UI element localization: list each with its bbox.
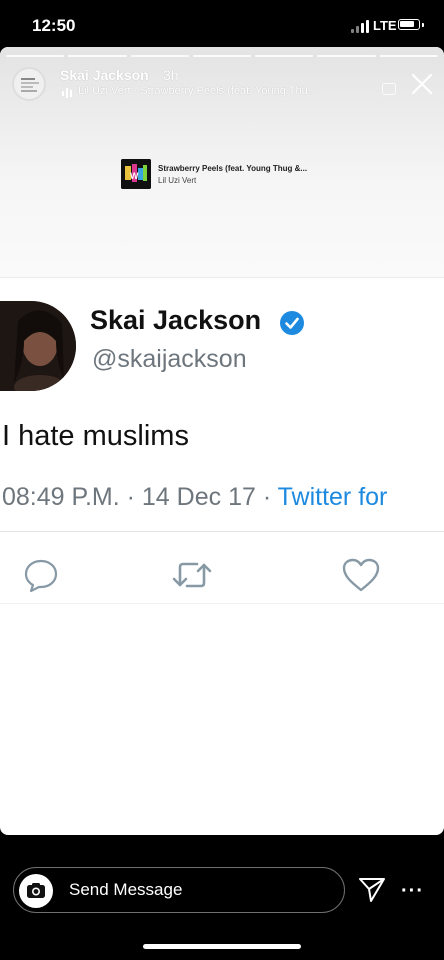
tweet-avatar bbox=[0, 301, 76, 391]
divider bbox=[0, 603, 444, 604]
sticker-song-title: Strawberry Peels (feat. Young Thug &... bbox=[158, 164, 308, 173]
send-icon[interactable] bbox=[358, 877, 386, 903]
music-sticker[interactable]: W Strawberry Peels (feat. Young Thug &..… bbox=[121, 159, 321, 189]
send-message-placeholder[interactable]: Send Message bbox=[69, 880, 182, 900]
sticker-artist: Lil Uzi Vert bbox=[158, 176, 197, 185]
story-music-label[interactable]: Lil Uzi Vert · Strawberry Peels (feat. Y… bbox=[78, 85, 376, 97]
story-card[interactable]: Skai Jackson 3h Lil Uzi Vert · Strawberr… bbox=[0, 47, 444, 835]
story-progress-bar bbox=[6, 55, 438, 57]
story-username[interactable]: Skai Jackson bbox=[60, 67, 149, 83]
album-art: W bbox=[121, 159, 151, 189]
svg-text:W: W bbox=[130, 171, 139, 181]
tweet-source: Twitter for bbox=[277, 483, 388, 511]
tweet-handle: @skaijackson bbox=[92, 345, 247, 373]
tweet-text: I hate muslims bbox=[2, 420, 189, 452]
network-label: LTE bbox=[373, 18, 397, 33]
retweet-icon bbox=[172, 562, 212, 588]
tweet-date: 14 Dec 17 bbox=[141, 483, 256, 511]
tweet-time: 08:49 P.M. bbox=[2, 483, 120, 511]
story-time-ago: 3h bbox=[163, 67, 179, 83]
closed-caption-icon[interactable] bbox=[382, 83, 396, 95]
divider bbox=[0, 531, 444, 532]
status-time: 12:50 bbox=[32, 16, 76, 35]
tweet-metadata: 08:49 P.M. · 14 Dec 17 · Twitter for bbox=[2, 483, 388, 511]
battery-icon bbox=[398, 19, 420, 30]
tweet-display-name: Skai Jackson bbox=[90, 305, 262, 335]
close-icon[interactable] bbox=[411, 73, 433, 95]
home-indicator bbox=[143, 944, 301, 949]
camera-icon bbox=[27, 883, 45, 898]
verified-badge-icon bbox=[280, 311, 304, 335]
more-icon[interactable]: ··· bbox=[401, 880, 424, 903]
signal-icon bbox=[351, 20, 371, 33]
battery-tip bbox=[422, 23, 424, 27]
divider bbox=[0, 277, 444, 278]
like-icon bbox=[342, 558, 380, 592]
story-avatar[interactable] bbox=[12, 67, 46, 101]
reply-icon bbox=[24, 559, 58, 593]
music-bars-icon bbox=[62, 88, 72, 98]
camera-button[interactable] bbox=[19, 874, 53, 908]
